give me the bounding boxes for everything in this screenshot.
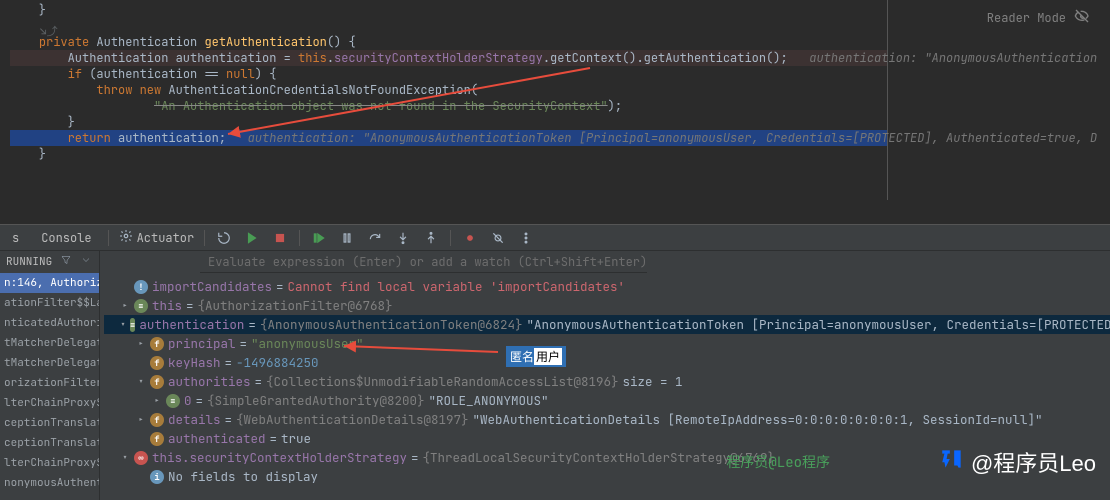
stack-frame[interactable]: nonymousAuthentic (0, 473, 99, 493)
evaluate-expression-input[interactable]: Evaluate expression (Enter) or add a wat… (200, 251, 647, 273)
step-over-icon[interactable] (366, 229, 384, 247)
stack-frame[interactable]: tMatcherDelegatin (0, 333, 99, 353)
reader-mode-label: Reader Mode (987, 10, 1066, 26)
filter-icon[interactable] (60, 254, 72, 270)
tab-actuator[interactable]: Actuator (119, 229, 195, 247)
resume-icon[interactable] (243, 229, 261, 247)
stack-frames-list[interactable]: n:146, Authoriza ationFilter$$Lamb ntica… (0, 273, 100, 500)
actuator-icon (119, 229, 133, 247)
field-icon: f (150, 337, 164, 351)
pause-icon[interactable] (338, 229, 356, 247)
rerun-icon[interactable] (215, 229, 233, 247)
variable-row[interactable]: ▸ f principal = "anonymousUser" (104, 334, 1110, 353)
stack-frame[interactable]: lterChainProxy$Vi (0, 393, 99, 413)
separator (108, 230, 109, 246)
resume-program-icon[interactable] (310, 229, 328, 247)
code-line: } (10, 2, 887, 18)
eye-off-icon (1074, 8, 1090, 28)
field-icon: f (150, 356, 164, 370)
debug-toolbar: s Console Actuator (0, 225, 1110, 251)
stack-frame[interactable]: orizationFilter (0, 373, 99, 393)
variable-row[interactable]: ▾ f authorities = {Collections$Unmodifia… (104, 372, 1110, 391)
stack-frame[interactable]: ationFilter$$Lamb (0, 293, 99, 313)
stack-frame[interactable]: lterChainProxy$Vi (0, 453, 99, 473)
code-line: } (10, 114, 887, 130)
step-out-icon[interactable] (422, 229, 440, 247)
mute-breakpoints-icon[interactable] (489, 229, 507, 247)
stack-frame[interactable]: tMatcherDelegatin (0, 353, 99, 373)
object-icon: ≡ (130, 318, 135, 332)
variable-row[interactable]: ▸ ≡ 0 = {SimpleGrantedAuthority@8200} "R… (104, 391, 1110, 410)
watch-icon: ∞ (134, 451, 148, 465)
code-line: if (authentication == null) { (10, 66, 887, 82)
stack-frame[interactable]: ceptionTranslatio (0, 413, 99, 433)
current-execution-line: return authentication; authentication: "… (10, 130, 887, 146)
watermark-zhihu: @程序员Leo (939, 446, 1096, 478)
code-line: } (10, 146, 887, 162)
stack-frame[interactable]: nticatedAuthoriza (0, 313, 99, 333)
zhihu-icon (939, 446, 965, 478)
chevron-down-icon[interactable]: ▾ (120, 318, 126, 331)
tab-console[interactable]: Console (35, 228, 97, 248)
code-line: Authentication authentication = this.sec… (10, 50, 887, 66)
code-line: private Authentication getAuthentication… (10, 34, 887, 50)
stack-frame[interactable]: ceptionTranslatio (0, 433, 99, 453)
reader-mode-toggle[interactable]: Reader Mode (987, 8, 1090, 28)
object-icon: ≡ (166, 394, 180, 408)
variable-row[interactable]: ▸ f details = {WebAuthenticationDetails@… (104, 410, 1110, 429)
eval-placeholder: Evaluate expression (Enter) or add a wat… (208, 254, 647, 270)
stack-frame[interactable]: n:146, Authoriza (0, 273, 99, 293)
separator (204, 230, 205, 246)
info-icon: i (150, 470, 164, 484)
more-icon[interactable] (517, 229, 535, 247)
error-icon: ! (134, 280, 148, 294)
variable-row[interactable]: f keyHash = -1496884250 (104, 353, 1110, 372)
chevron-right-icon[interactable]: ▸ (152, 394, 162, 407)
stop-icon[interactable] (271, 229, 289, 247)
annotation-badge: 匿名用户 (506, 346, 566, 367)
step-into-icon[interactable] (394, 229, 412, 247)
chevron-down-icon[interactable]: ▾ (120, 451, 130, 464)
bookmark-icon[interactable]: ↘⤴ (40, 24, 58, 40)
view-breakpoints-icon[interactable] (461, 229, 479, 247)
thread-status-bar[interactable]: RUNNING (0, 251, 100, 273)
chevron-right-icon[interactable]: ▸ (120, 299, 130, 312)
variable-row[interactable]: ▾ ≡ authentication = {AnonymousAuthentic… (104, 315, 1110, 334)
variable-row[interactable]: ! importCandidates = Cannot find local v… (104, 277, 1110, 296)
field-icon: f (150, 413, 164, 427)
thread-status-label: RUNNING (6, 255, 52, 269)
tab-threads[interactable]: s (6, 228, 25, 248)
code-line (10, 18, 887, 34)
object-icon: ≡ (134, 299, 148, 313)
code-line: "An Authentication object was not found … (10, 98, 887, 114)
code-line: throw new AuthenticationCredentialsNotFo… (10, 82, 887, 98)
chevron-down-icon[interactable]: ▾ (136, 375, 146, 388)
watermark-text: 程序员@Leo程序 (726, 452, 830, 472)
field-icon: f (150, 432, 164, 446)
separator (299, 230, 300, 246)
chevron-down-icon[interactable] (80, 254, 92, 270)
field-icon: f (150, 375, 164, 389)
code-editor[interactable]: ↘⤴ } private Authentication getAuthentic… (0, 0, 888, 200)
separator (450, 230, 451, 246)
variable-row[interactable]: ▸ ≡ this = {AuthorizationFilter@6768} (104, 296, 1110, 315)
chevron-right-icon[interactable]: ▸ (136, 337, 146, 350)
chevron-right-icon[interactable]: ▸ (136, 413, 146, 426)
